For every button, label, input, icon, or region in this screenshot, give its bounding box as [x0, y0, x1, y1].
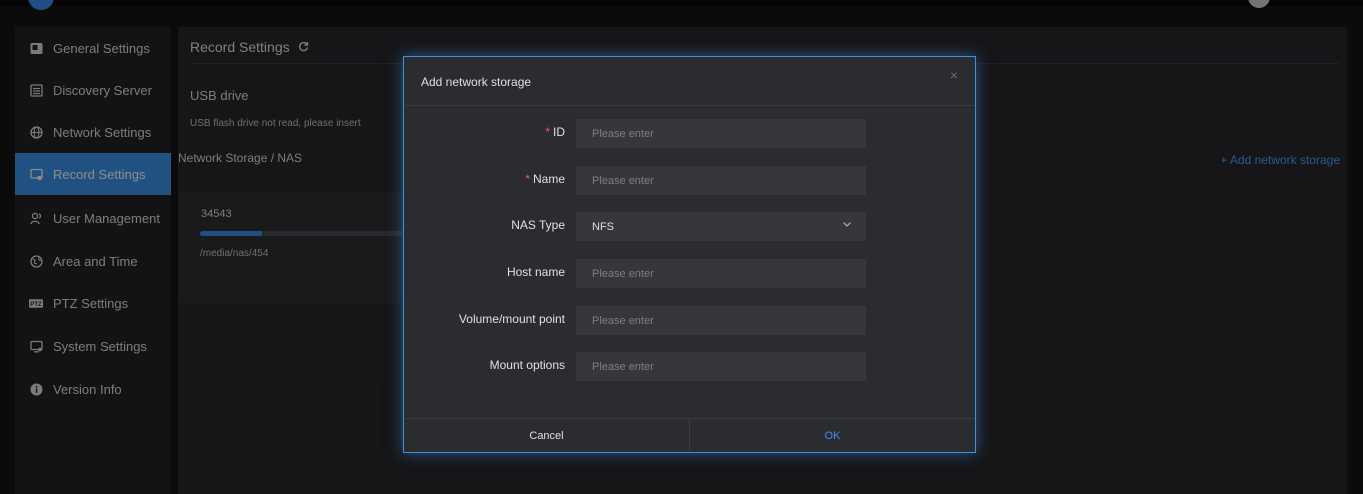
id-label: * ID: [545, 125, 565, 139]
nas-type-value: NFS: [592, 220, 614, 233]
volume-mount-point-input[interactable]: [576, 306, 866, 335]
add-network-storage-dialog: Add network storage × *ID *Name NAS Type…: [403, 56, 976, 453]
mount-options-input[interactable]: [576, 352, 866, 381]
nas-type-select[interactable]: NFS: [576, 212, 866, 241]
chevron-down-icon: [842, 219, 852, 232]
dialog-header-divider: [404, 105, 975, 106]
host-name-label: Host name: [506, 265, 565, 279]
name-input[interactable]: [576, 166, 866, 195]
dialog-title: Add network storage: [421, 75, 532, 89]
required-mark: *: [545, 125, 550, 139]
id-input[interactable]: [576, 119, 866, 148]
mount-options-label: Mount options: [489, 358, 565, 372]
dialog-footer: Cancel OK: [404, 418, 975, 452]
name-label: * Name: [525, 172, 565, 186]
nas-type-label: NAS Type: [511, 218, 565, 232]
ok-button[interactable]: OK: [690, 419, 975, 452]
required-mark: *: [525, 172, 530, 186]
volume-mount-point-label: Volume/mount point: [458, 312, 565, 326]
host-name-input[interactable]: [576, 259, 866, 288]
cancel-button[interactable]: Cancel: [404, 419, 690, 452]
close-icon[interactable]: ×: [950, 67, 958, 83]
